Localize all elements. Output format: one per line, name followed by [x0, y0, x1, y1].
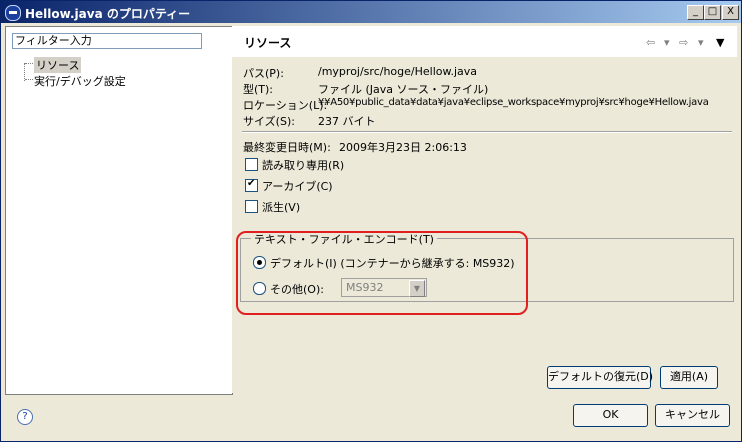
- resource-page: リソース ⇦ ▾ ⇨ ▾ ▼ パス(P): /myproj/src/hoge/H…: [232, 26, 737, 393]
- back-menu-icon[interactable]: ▾: [664, 36, 670, 49]
- filter-input[interactable]: フィルター入力: [12, 33, 202, 49]
- path-label: パス(P):: [243, 67, 284, 80]
- category-panel: フィルター入力 リソース 実行/デバッグ設定: [5, 26, 233, 395]
- restore-defaults-button[interactable]: デフォルトの復元(D): [547, 366, 653, 389]
- window-title: Hellow.java のプロパティー: [25, 7, 191, 21]
- button-bar: ? OK キャンセル: [1, 395, 741, 441]
- eclipse-icon: [5, 5, 21, 21]
- forward-menu-icon[interactable]: ▾: [698, 36, 704, 49]
- tree-connector: [25, 79, 33, 80]
- apply-button[interactable]: 適用(A): [660, 366, 718, 389]
- maximize-button[interactable]: □: [704, 5, 721, 20]
- path-value: /myproj/src/hoge/Hellow.java: [318, 65, 478, 78]
- help-icon[interactable]: ?: [17, 409, 33, 425]
- readonly-label: 読み取り専用(R): [262, 159, 345, 172]
- title-bar: Hellow.java のプロパティー _ □ X: [1, 1, 741, 23]
- location-label: ロケーション(L):: [243, 99, 328, 112]
- tree-connector: [25, 63, 33, 64]
- archive-label: アーカイブ(C): [262, 180, 333, 193]
- tree-item-run-debug[interactable]: 実行/デバッグ設定: [34, 73, 126, 89]
- page-title: リソース: [244, 36, 292, 50]
- readonly-checkbox[interactable]: [245, 158, 258, 171]
- derived-label: 派生(V): [262, 201, 301, 214]
- modified-label: 最終変更日時(M):: [243, 141, 331, 154]
- forward-arrow-icon[interactable]: ⇨: [679, 36, 688, 49]
- minimize-button[interactable]: _: [687, 5, 704, 20]
- modified-value: 2009年3月23日 2:06:13: [339, 141, 467, 154]
- location-value: ¥¥A50¥public_data¥data¥java¥eclipse_work…: [318, 97, 709, 108]
- page-header: リソース ⇦ ▾ ⇨ ▾ ▼: [232, 26, 737, 57]
- size-label: サイズ(S):: [243, 115, 295, 128]
- tree-item-resource[interactable]: リソース: [34, 57, 82, 73]
- ok-button[interactable]: OK: [573, 404, 648, 427]
- properties-dialog: Hellow.java のプロパティー _ □ X フィルター入力 リソース 実…: [0, 0, 742, 442]
- highlight-annotation: [236, 231, 528, 315]
- close-button[interactable]: X: [722, 5, 739, 20]
- derived-checkbox[interactable]: [245, 200, 258, 213]
- view-menu-icon[interactable]: ▼: [716, 36, 724, 49]
- size-value: 237 バイト: [318, 115, 376, 128]
- back-arrow-icon[interactable]: ⇦: [646, 36, 655, 49]
- cancel-button[interactable]: キャンセル: [655, 404, 730, 427]
- type-label: 型(T):: [243, 83, 274, 96]
- separator: [242, 131, 732, 133]
- type-value: ファイル (Java ソース・ファイル): [318, 83, 489, 96]
- archive-checkbox[interactable]: [245, 178, 258, 192]
